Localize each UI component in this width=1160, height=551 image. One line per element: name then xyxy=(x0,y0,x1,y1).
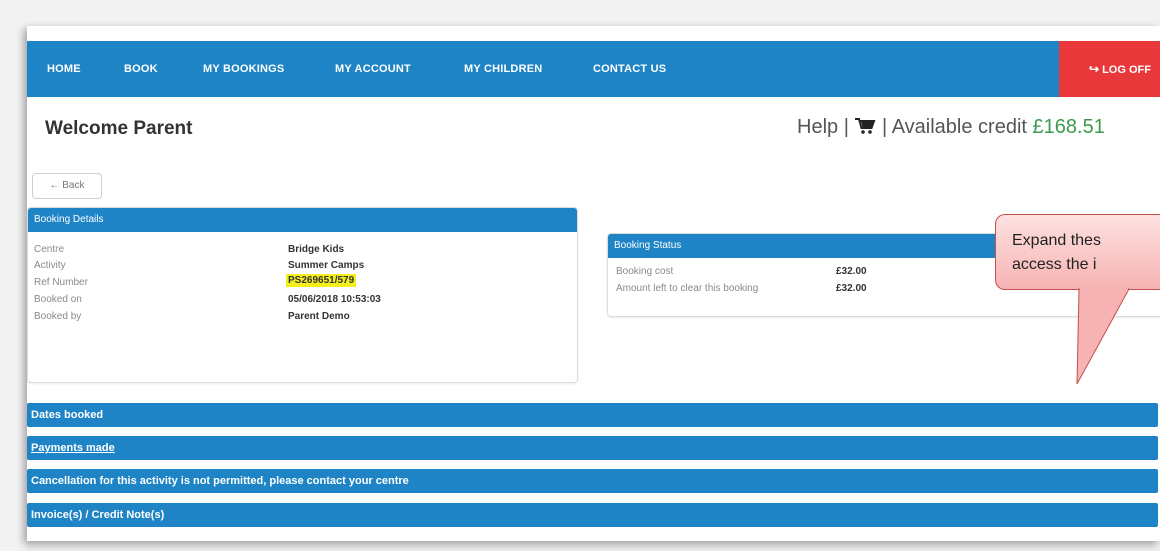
shopping-cart-icon[interactable] xyxy=(854,117,876,135)
logoff-button[interactable]: ↪ LOG OFF xyxy=(1059,41,1160,97)
top-navigation: HOME BOOK MY BOOKINGS MY ACCOUNT MY CHIL… xyxy=(27,41,1160,97)
nav-my-account[interactable]: MY ACCOUNT xyxy=(335,41,411,97)
separator: | xyxy=(882,116,888,138)
accordion-payments-made[interactable]: Payments made xyxy=(27,436,1158,460)
detail-label: Centre xyxy=(34,244,65,255)
detail-label: Activity xyxy=(34,260,66,271)
help-link[interactable]: Help xyxy=(797,116,838,138)
callout-text: Expand thes access the i xyxy=(1012,232,1101,273)
detail-value: Summer Camps xyxy=(288,260,365,271)
booking-details-title: Booking Details xyxy=(28,208,577,232)
back-button[interactable]: ← Back xyxy=(32,173,102,199)
detail-value: 05/06/2018 10:53:03 xyxy=(288,294,381,305)
callout-pointer xyxy=(1076,288,1130,385)
booking-details-panel: Booking Details Centre Bridge Kids Activ… xyxy=(27,207,578,383)
window-frame-top xyxy=(0,0,1160,26)
detail-label: Booked on xyxy=(34,294,82,305)
window-frame-left xyxy=(0,26,27,551)
header-tools: Help | | Available credit £168.51 xyxy=(797,116,1105,139)
ref-number-value: PS269651/579 xyxy=(286,274,357,287)
credit-label: Available credit xyxy=(891,116,1027,138)
detail-label: Booked by xyxy=(34,311,82,322)
page: HOME BOOK MY BOOKINGS MY ACCOUNT MY CHIL… xyxy=(27,26,1160,541)
callout-bubble: Expand thes access the i xyxy=(995,214,1160,290)
accordion-invoices[interactable]: Invoice(s) / Credit Note(s) xyxy=(27,503,1158,527)
logout-icon: ↪ xyxy=(1089,62,1100,76)
accordion-cancellation[interactable]: Cancellation for this activity is not pe… xyxy=(27,469,1158,493)
status-value: £32.00 xyxy=(836,283,867,294)
nav-contact-us[interactable]: CONTACT US xyxy=(593,41,666,97)
separator: | xyxy=(843,116,849,138)
page-title: Welcome Parent xyxy=(45,118,193,139)
nav-my-bookings[interactable]: MY BOOKINGS xyxy=(203,41,284,97)
credit-value: £168.51 xyxy=(1032,116,1105,138)
status-label: Booking cost xyxy=(616,266,674,277)
detail-value: Bridge Kids xyxy=(288,244,345,255)
nav-book[interactable]: BOOK xyxy=(124,41,158,97)
window-frame-bottom xyxy=(27,541,1160,551)
accordion-dates-booked[interactable]: Dates booked xyxy=(27,403,1158,427)
detail-value: Parent Demo xyxy=(288,311,350,322)
nav-my-children[interactable]: MY CHILDREN xyxy=(464,41,542,97)
nav-home[interactable]: HOME xyxy=(47,41,81,97)
status-value: £32.00 xyxy=(836,266,867,277)
logoff-label: LOG OFF xyxy=(1102,64,1151,76)
status-label: Amount left to clear this booking xyxy=(616,283,759,294)
detail-label: Ref Number xyxy=(34,277,88,288)
